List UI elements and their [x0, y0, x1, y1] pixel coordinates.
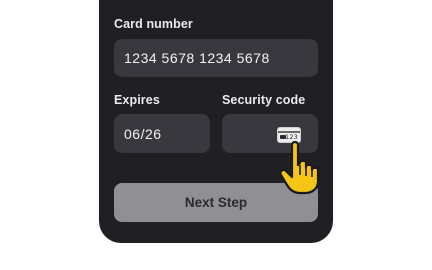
card-number-label: Card number — [114, 17, 193, 31]
expires-value: 06/26 — [124, 125, 162, 142]
security-code-label: Security code — [222, 93, 306, 107]
expires-field[interactable]: 06/26 — [114, 114, 210, 153]
payment-screen: Card number 1234 5678 1234 5678 Expires … — [0, 0, 432, 270]
expires-label: Expires — [114, 93, 160, 107]
card-number-value: 1234 5678 1234 5678 — [124, 50, 270, 66]
pointer-hand-icon — [279, 140, 320, 195]
card-number-field[interactable]: 1234 5678 1234 5678 — [114, 39, 318, 77]
